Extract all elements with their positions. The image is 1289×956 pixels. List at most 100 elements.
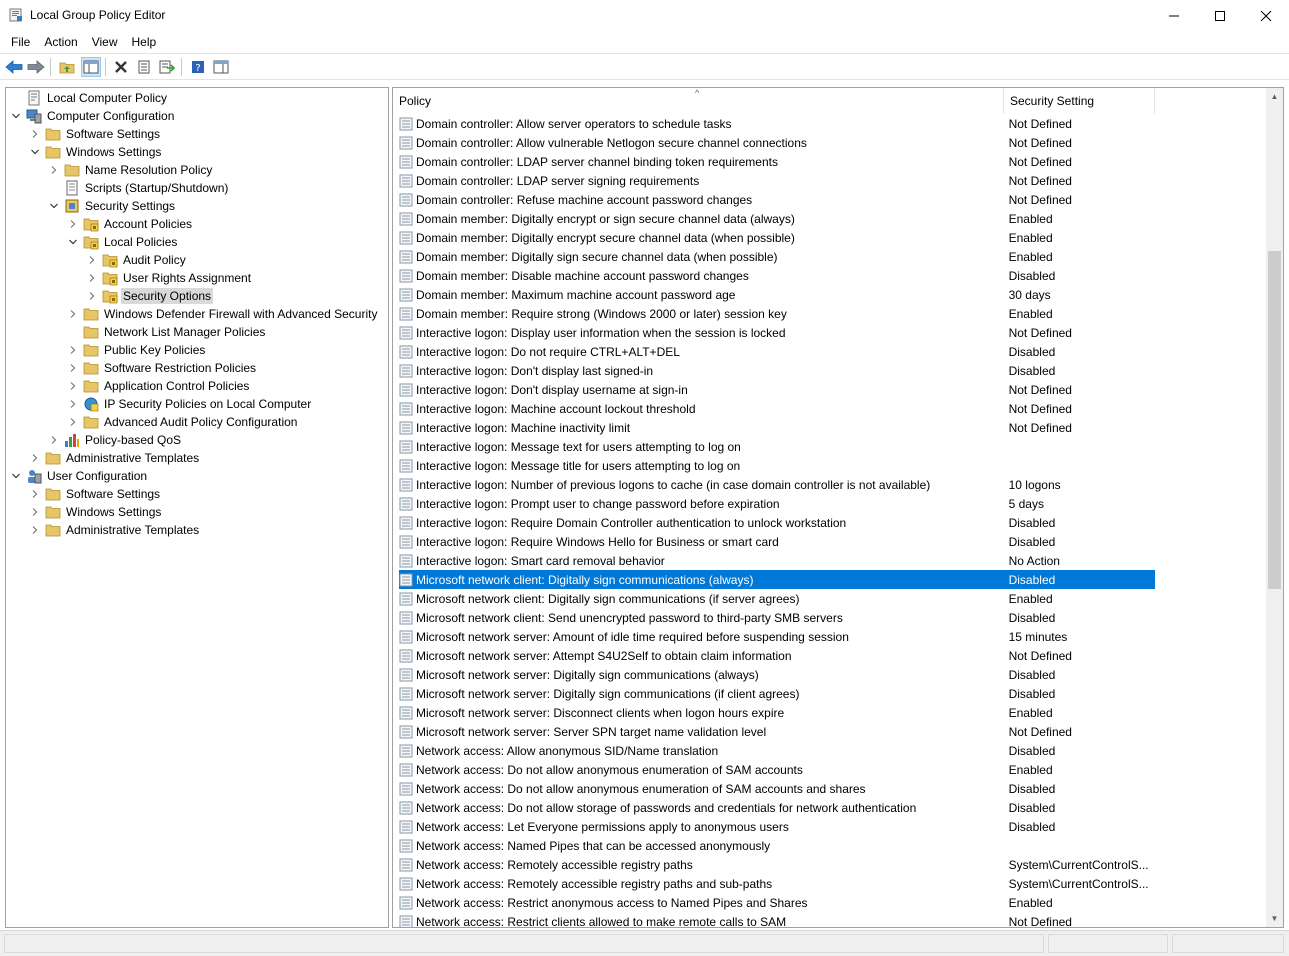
console-tree[interactable]: Local Computer Policy Computer Configurat… — [5, 87, 389, 928]
back-button[interactable] — [4, 57, 24, 77]
policy-row[interactable]: Network access: Remotely accessible regi… — [399, 855, 1155, 874]
policy-row[interactable]: Microsoft network server: Disconnect cli… — [399, 703, 1155, 722]
policy-row[interactable]: Interactive logon: Prompt user to change… — [399, 494, 1155, 513]
tree-node[interactable]: Administrative Templates — [29, 521, 201, 539]
tree-node[interactable]: Scripts (Startup/Shutdown) — [48, 179, 230, 197]
chevron-down-icon[interactable] — [48, 200, 60, 212]
chevron-right-icon[interactable] — [29, 452, 41, 464]
tree-node[interactable]: User Rights Assignment — [86, 269, 253, 287]
chevron-right-icon[interactable] — [29, 506, 41, 518]
policy-row[interactable]: Microsoft network server: Digitally sign… — [399, 665, 1155, 684]
policy-row[interactable]: Interactive logon: Display user informat… — [399, 323, 1155, 342]
tree-node[interactable]: Software Restriction Policies — [67, 359, 258, 377]
policy-row[interactable]: Microsoft network server: Server SPN tar… — [399, 722, 1155, 741]
policy-row[interactable]: Domain controller: Allow server operator… — [399, 114, 1155, 133]
policy-row[interactable]: Network access: Allow anonymous SID/Name… — [399, 741, 1155, 760]
chevron-right-icon[interactable] — [86, 254, 98, 266]
policy-row[interactable]: Microsoft network server: Amount of idle… — [399, 627, 1155, 646]
tree-node[interactable]: Policy-based QoS — [48, 431, 183, 449]
tree-node[interactable]: Security Options — [86, 287, 214, 305]
chevron-right-icon[interactable] — [86, 290, 98, 302]
maximize-button[interactable] — [1197, 0, 1243, 31]
policy-row[interactable]: Domain member: Digitally sign secure cha… — [399, 247, 1155, 266]
chevron-right-icon[interactable] — [86, 272, 98, 284]
scrollbar-thumb[interactable] — [1268, 251, 1281, 589]
tree-node[interactable]: Computer Configuration — [10, 107, 176, 125]
chevron-right-icon[interactable] — [29, 488, 41, 500]
tree-node[interactable]: Administrative Templates — [29, 449, 201, 467]
policy-row[interactable]: Microsoft network client: Digitally sign… — [399, 589, 1155, 608]
up-one-level-button[interactable] — [57, 57, 77, 77]
tree-node[interactable]: Windows Defender Firewall with Advanced … — [67, 305, 379, 323]
policy-row[interactable]: Microsoft network server: Digitally sign… — [399, 684, 1155, 703]
chevron-right-icon[interactable] — [67, 218, 79, 230]
policy-row[interactable]: Network access: Restrict anonymous acces… — [399, 893, 1155, 912]
policy-row[interactable]: Domain member: Disable machine account p… — [399, 266, 1155, 285]
export-list-button[interactable] — [157, 57, 177, 77]
close-button[interactable] — [1243, 0, 1289, 31]
policy-row[interactable]: Network access: Do not allow storage of … — [399, 798, 1155, 817]
column-header-security-setting[interactable]: Security Setting — [1004, 88, 1155, 114]
policy-row[interactable]: Domain controller: LDAP server signing r… — [399, 171, 1155, 190]
policy-row[interactable]: Interactive logon: Smart card removal be… — [399, 551, 1155, 570]
menu-action[interactable]: Action — [37, 35, 84, 49]
show-action-pane-button[interactable] — [211, 57, 231, 77]
scroll-down-icon[interactable]: ▼ — [1266, 910, 1283, 927]
vertical-scrollbar[interactable]: ▲ ▼ — [1266, 88, 1283, 927]
minimize-button[interactable] — [1151, 0, 1197, 31]
policy-row[interactable]: Interactive logon: Don't display last si… — [399, 361, 1155, 380]
policy-row[interactable]: Domain controller: Allow vulnerable Netl… — [399, 133, 1155, 152]
policy-row[interactable]: Microsoft network client: Digitally sign… — [399, 570, 1155, 589]
tree-node[interactable]: Security Settings — [48, 197, 177, 215]
policy-row[interactable]: Network access: Restrict clients allowed… — [399, 912, 1155, 927]
tree-node[interactable]: Local Policies — [67, 233, 179, 251]
chevron-right-icon[interactable] — [67, 362, 79, 374]
tree-node[interactable]: Local Computer Policy — [10, 89, 169, 107]
delete-button[interactable] — [111, 57, 131, 77]
tree-node[interactable]: Name Resolution Policy — [48, 161, 214, 179]
policy-row[interactable]: Network access: Do not allow anonymous e… — [399, 760, 1155, 779]
policy-row[interactable]: Interactive logon: Number of previous lo… — [399, 475, 1155, 494]
policy-row[interactable]: Interactive logon: Message text for user… — [399, 437, 1155, 456]
policy-row[interactable]: Network access: Do not allow anonymous e… — [399, 779, 1155, 798]
chevron-right-icon[interactable] — [67, 308, 79, 320]
policy-row[interactable]: Network access: Let Everyone permissions… — [399, 817, 1155, 836]
chevron-down-icon[interactable] — [29, 146, 41, 158]
policy-row[interactable]: Network access: Remotely accessible regi… — [399, 874, 1155, 893]
policy-row[interactable]: Microsoft network client: Send unencrypt… — [399, 608, 1155, 627]
policy-row[interactable]: Network access: Named Pipes that can be … — [399, 836, 1155, 855]
policy-row[interactable]: Microsoft network server: Attempt S4U2Se… — [399, 646, 1155, 665]
chevron-down-icon[interactable] — [10, 110, 22, 122]
forward-button[interactable] — [26, 57, 46, 77]
chevron-right-icon[interactable] — [67, 344, 79, 356]
chevron-down-icon[interactable] — [10, 470, 22, 482]
chevron-right-icon[interactable] — [48, 434, 60, 446]
policy-row[interactable]: Domain member: Digitally encrypt secure … — [399, 228, 1155, 247]
tree-node[interactable]: User Configuration — [10, 467, 149, 485]
policy-row[interactable]: Domain member: Digitally encrypt or sign… — [399, 209, 1155, 228]
help-button[interactable]: ? — [188, 57, 208, 77]
policy-row[interactable]: Interactive logon: Do not require CTRL+A… — [399, 342, 1155, 361]
policy-row[interactable]: Interactive logon: Machine inactivity li… — [399, 418, 1155, 437]
policy-row[interactable]: Domain controller: LDAP server channel b… — [399, 152, 1155, 171]
policy-row[interactable]: Interactive logon: Don't display usernam… — [399, 380, 1155, 399]
policy-row[interactable]: Interactive logon: Require Windows Hello… — [399, 532, 1155, 551]
policy-row[interactable]: Interactive logon: Require Domain Contro… — [399, 513, 1155, 532]
tree-node[interactable]: IP Security Policies on Local Computer — [67, 395, 313, 413]
chevron-right-icon[interactable] — [29, 524, 41, 536]
menu-help[interactable]: Help — [125, 35, 164, 49]
chevron-right-icon[interactable] — [67, 380, 79, 392]
tree-node[interactable]: Windows Settings — [29, 503, 163, 521]
tree-node[interactable]: Application Control Policies — [67, 377, 251, 395]
chevron-right-icon[interactable] — [67, 416, 79, 428]
tree-node[interactable]: Account Policies — [67, 215, 194, 233]
menu-view[interactable]: View — [85, 35, 125, 49]
tree-node[interactable]: Windows Settings — [29, 143, 163, 161]
policy-row[interactable]: Domain member: Maximum machine account p… — [399, 285, 1155, 304]
tree-node[interactable]: Network List Manager Policies — [67, 323, 267, 341]
tree-node[interactable]: Software Settings — [29, 485, 162, 503]
chevron-right-icon[interactable] — [67, 398, 79, 410]
tree-node[interactable]: Audit Policy — [86, 251, 188, 269]
chevron-down-icon[interactable] — [67, 236, 79, 248]
chevron-right-icon[interactable] — [48, 164, 60, 176]
